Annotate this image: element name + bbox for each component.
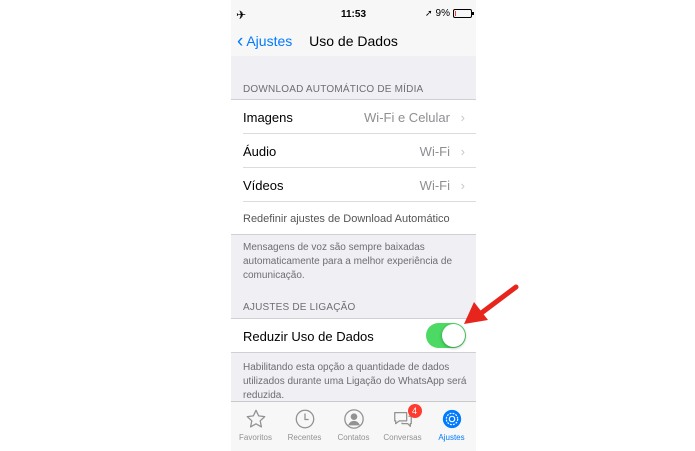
voice-messages-note: Mensagens de voz são sempre baixadas aut…: [243, 242, 453, 281]
chevron-right-icon: ›: [460, 177, 465, 193]
chevron-right-icon: ›: [460, 109, 465, 125]
status-bar: ✈ 11:53 ➚ 9%: [231, 0, 476, 30]
download-settings-group: Imagens Wi-Fi e Celular › Áudio Wi-Fi › …: [231, 99, 476, 235]
chat-bubbles-icon: 4: [392, 404, 422, 430]
row-label: Vídeos: [243, 177, 284, 193]
gear-icon: [441, 408, 463, 430]
phone-screen: ✈ 11:53 ➚ 9% ‹ Ajustes Uso de Dados DOWN…: [231, 0, 476, 451]
tab-conversas[interactable]: 4 Conversas: [378, 404, 427, 442]
location-icon: ➚: [425, 8, 433, 18]
tab-ajustes[interactable]: Ajustes: [427, 408, 476, 442]
clock-icon: [294, 408, 316, 430]
call-settings-group: Reduzir Uso de Dados: [231, 318, 476, 353]
row-value: Wi-Fi: [419, 177, 450, 193]
unread-badge: 4: [407, 404, 422, 418]
status-right: ➚ 9%: [425, 8, 474, 19]
contact-icon: [343, 408, 365, 430]
tab-label: Ajustes: [438, 433, 465, 442]
battery-icon: [453, 9, 474, 18]
tab-bar: Favoritos Recentes Contatos 4 Conversas: [231, 401, 476, 451]
chevron-right-icon: ›: [460, 143, 465, 159]
star-icon: [245, 408, 267, 430]
row-images[interactable]: Imagens Wi-Fi e Celular ›: [243, 100, 476, 134]
row-value: Wi-Fi: [419, 143, 450, 159]
reset-download-settings-button[interactable]: Redefinir ajustes de Download Automático: [243, 202, 476, 236]
tab-contatos[interactable]: Contatos: [329, 408, 378, 442]
reset-label: Redefinir ajustes de Download Automático: [243, 213, 450, 225]
row-videos[interactable]: Vídeos Wi-Fi ›: [243, 168, 476, 202]
reduce-data-note: Habilitando esta opção a quantidade de d…: [243, 362, 467, 401]
battery-level: [455, 11, 456, 16]
row-value: Wi-Fi e Celular: [364, 109, 450, 125]
tab-label: Recentes: [287, 433, 322, 442]
download-section-header: DOWNLOAD AUTOMÁTICO DE MÍDIA: [243, 84, 424, 95]
tab-label: Favoritos: [239, 433, 272, 442]
tab-label: Conversas: [383, 433, 422, 442]
page-title: Uso de Dados: [309, 33, 398, 49]
row-label: Reduzir Uso de Dados: [243, 328, 374, 344]
navigation-bar: ‹ Ajustes Uso de Dados: [231, 30, 476, 56]
row-audio[interactable]: Áudio Wi-Fi ›: [243, 134, 476, 168]
tab-label: Contatos: [337, 433, 370, 442]
tab-recentes[interactable]: Recentes: [280, 408, 329, 442]
call-section-header: AJUSTES DE LIGAÇÃO: [243, 302, 356, 313]
tab-favoritos[interactable]: Favoritos: [231, 408, 280, 442]
row-label: Imagens: [243, 109, 293, 125]
battery-percent: 9%: [435, 8, 450, 19]
red-arrow-annotation: [464, 284, 519, 324]
row-label: Áudio: [243, 143, 277, 159]
